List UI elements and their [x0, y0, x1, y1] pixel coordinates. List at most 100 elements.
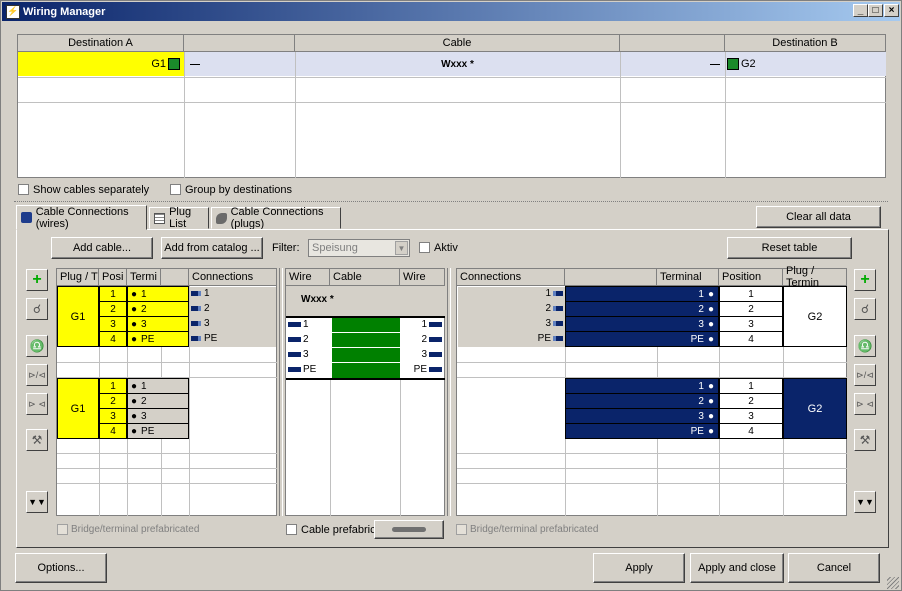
cable-preview-button[interactable] [374, 520, 444, 539]
wire-right[interactable]: 2 [421, 334, 442, 345]
connection-cell[interactable]: 2 [517, 303, 563, 314]
dest-a-cell[interactable]: G1 [18, 52, 184, 76]
terminal-cell[interactable]: ● PE [127, 423, 189, 439]
position-cell[interactable]: 4 [99, 331, 127, 347]
header-destination-b[interactable]: Destination B [725, 35, 886, 52]
position-cell[interactable]: 2 [99, 393, 127, 409]
title-bar[interactable]: ⚡ Wiring Manager [2, 2, 900, 21]
terminal-cell[interactable]: PE ● [565, 331, 719, 347]
tool-icon[interactable]: ⚒ [854, 429, 876, 451]
remove-plug-icon[interactable]: ☌ [854, 298, 876, 320]
connection-cell[interactable]: PE [191, 333, 217, 344]
connection-cell[interactable]: 2 [191, 303, 210, 314]
position-cell[interactable]: 3 [99, 316, 127, 332]
tab-plug-list[interactable]: Plug List [149, 206, 209, 230]
terminal-cell[interactable]: 1 ● [565, 378, 719, 394]
splitter-right[interactable] [447, 268, 451, 516]
wire-left[interactable]: 1 [288, 319, 309, 330]
header-plug[interactable]: Plug / T [57, 269, 99, 286]
header-terminal[interactable]: Terminal [657, 269, 719, 286]
apply-and-close-button[interactable]: Apply and close [690, 553, 784, 583]
splitter[interactable] [14, 201, 888, 202]
header-blank-2[interactable] [620, 35, 725, 52]
filter-select[interactable]: Speisung ▼ [308, 239, 410, 257]
clear-all-data-button[interactable]: Clear all data [756, 206, 881, 228]
chevron-down-icon[interactable]: ▼ [395, 241, 408, 255]
terminal-cell[interactable]: 3 ● [565, 316, 719, 332]
terminal-cell[interactable]: ● 1 [127, 286, 189, 302]
header-cable[interactable]: Cable [330, 269, 400, 286]
position-cell[interactable]: 1 [719, 286, 783, 302]
header-connections[interactable]: Connections [189, 269, 277, 286]
header-blank[interactable] [161, 269, 189, 286]
cable-name-cell[interactable]: Wxxx * [295, 52, 620, 76]
reset-table-button[interactable]: Reset table [727, 237, 852, 259]
connection-cell[interactable]: 1 [517, 288, 563, 299]
position-cell[interactable]: 1 [719, 378, 783, 394]
options-button[interactable]: Options... [15, 553, 107, 583]
position-cell[interactable]: 4 [719, 331, 783, 347]
connection-cell[interactable]: PE [517, 333, 563, 344]
connect-icon[interactable]: ⊳/⊲ [26, 364, 48, 386]
headset-icon[interactable]: ♎ [854, 335, 876, 357]
show-cables-separately-checkbox[interactable] [18, 184, 29, 195]
close-button[interactable]: × [884, 4, 899, 17]
position-cell[interactable]: 3 [719, 316, 783, 332]
terminal-cell[interactable]: 2 ● [565, 393, 719, 409]
add-plug-icon[interactable]: + [26, 269, 48, 291]
connection-cell[interactable]: 3 [191, 318, 210, 329]
terminal-cell[interactable]: ● 2 [127, 393, 189, 409]
header-cable[interactable]: Cable [295, 35, 620, 52]
wire-right[interactable]: PE [414, 364, 442, 375]
position-cell[interactable]: 1 [99, 378, 127, 394]
remove-plug-icon[interactable]: ☌ [26, 298, 48, 320]
terminal-cell[interactable]: 1 ● [565, 286, 719, 302]
aktiv-checkbox[interactable] [419, 242, 430, 253]
minimize-button[interactable]: _ [853, 4, 868, 17]
bridge-prefab-left-checkbox[interactable] [57, 524, 68, 535]
terminal-cell[interactable]: ● 3 [127, 316, 189, 332]
scroll-down-icon[interactable]: ▼▼ [854, 491, 876, 513]
terminal-cell[interactable]: 3 ● [565, 408, 719, 424]
terminal-cell[interactable]: PE ● [565, 423, 719, 439]
header-wire-left[interactable]: Wire [286, 269, 330, 286]
terminal-cell[interactable]: 2 ● [565, 301, 719, 317]
position-cell[interactable]: 2 [99, 301, 127, 317]
plug-cell-g2-second[interactable]: G2 [783, 378, 847, 439]
terminal-cell[interactable]: ● 3 [127, 408, 189, 424]
position-cell[interactable]: 4 [99, 423, 127, 439]
terminal-cell[interactable]: ● PE [127, 331, 189, 347]
position-cell[interactable]: 3 [99, 408, 127, 424]
cable-prefab-checkbox[interactable] [286, 524, 297, 535]
header-plug[interactable]: Plug / Termin [783, 265, 847, 289]
terminal-cell[interactable]: ● 2 [127, 301, 189, 317]
dest-b-cell[interactable]: G2 [727, 52, 847, 76]
wire-left[interactable]: PE [288, 364, 316, 375]
tab-cable-connections-wires[interactable]: Cable Connections (wires) [16, 205, 147, 230]
tool-icon[interactable]: ⚒ [26, 429, 48, 451]
position-cell[interactable]: 4 [719, 423, 783, 439]
plug-cell-g1[interactable]: G1 [57, 286, 99, 347]
plug-cell-g1-second[interactable]: G1 [57, 378, 99, 439]
resize-grip-icon[interactable] [887, 577, 899, 589]
header-blank-1[interactable] [184, 35, 295, 52]
header-blank[interactable] [565, 269, 657, 286]
disconnect-icon[interactable]: ⊳ ⊲ [854, 393, 876, 415]
terminal-cell[interactable]: ● 1 [127, 378, 189, 394]
header-position[interactable]: Posi [99, 269, 127, 286]
tab-cable-connections-plugs[interactable]: Cable Connections (plugs) [211, 206, 341, 230]
header-wire-right[interactable]: Wire [400, 269, 445, 286]
position-cell[interactable]: 2 [719, 393, 783, 409]
plug-cell-g2[interactable]: G2 [783, 286, 847, 347]
add-plug-icon[interactable]: + [854, 269, 876, 291]
header-connections[interactable]: Connections [457, 269, 565, 286]
wire-left[interactable]: 3 [288, 349, 309, 360]
position-cell[interactable]: 2 [719, 301, 783, 317]
cable-label-cell[interactable]: Wxxx * [286, 286, 445, 316]
header-position[interactable]: Position [719, 269, 783, 286]
scroll-down-icon[interactable]: ▼▼ [26, 491, 48, 513]
splitter-left[interactable] [279, 268, 283, 516]
maximize-button[interactable]: □ [868, 4, 883, 17]
connection-cell[interactable]: 1 [191, 288, 210, 299]
connect-icon[interactable]: ⊳/⊲ [854, 364, 876, 386]
